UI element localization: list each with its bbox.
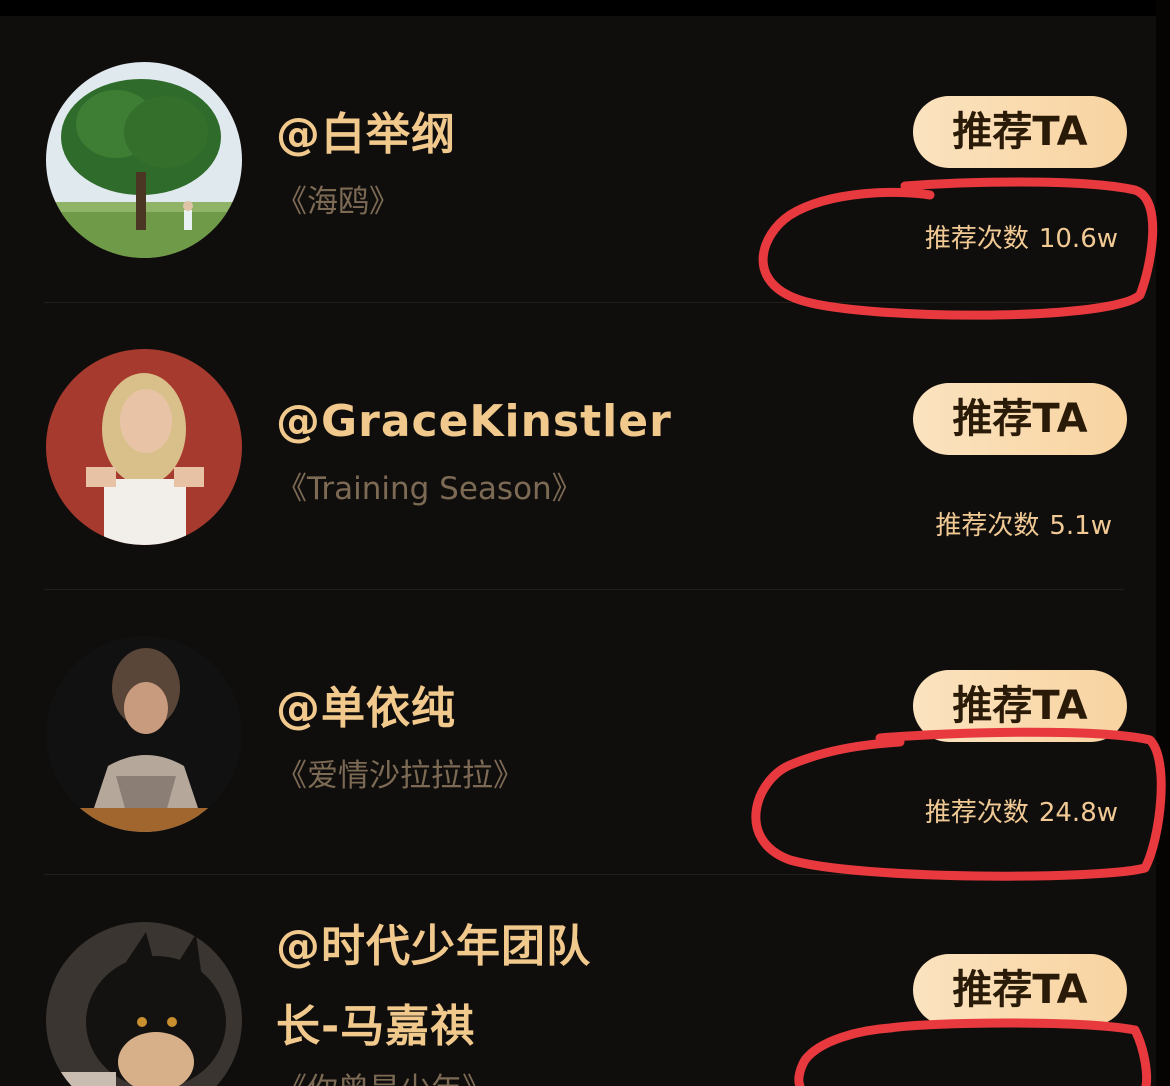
row-divider bbox=[44, 874, 1124, 875]
recommend-button[interactable]: 推荐TA bbox=[913, 383, 1127, 455]
avatar-tree-image bbox=[46, 62, 242, 258]
recommend-count: 推荐次数 24.8w bbox=[925, 795, 1118, 831]
scroll-edge bbox=[1156, 0, 1170, 1086]
work-title: 《海鸥》 bbox=[276, 184, 400, 220]
recommend-button[interactable]: 推荐TA bbox=[913, 670, 1127, 742]
avatar-portrait-image bbox=[46, 349, 242, 545]
recommend-count-label: 推荐次数 bbox=[924, 224, 1029, 254]
work-title: 《你曾是少年》 bbox=[276, 1070, 493, 1086]
work-title: 《爱情沙拉拉拉》 bbox=[276, 758, 524, 794]
list-item[interactable]: @单依纯 《爱情沙拉拉拉》 推荐TA 推荐次数 24.8w bbox=[0, 590, 1170, 877]
recommend-count-label: 推荐次数 bbox=[924, 798, 1029, 828]
recommend-count-label: 推荐次数 bbox=[935, 511, 1040, 541]
list-item[interactable]: @GraceKinstler 《Training Season》 推荐TA 推荐… bbox=[0, 303, 1170, 590]
artist-name-line-2: 长-马嘉祺 bbox=[276, 1001, 476, 1052]
avatar[interactable] bbox=[46, 636, 242, 832]
avatar[interactable] bbox=[46, 922, 242, 1086]
artist-name: @GraceKinstler bbox=[276, 396, 672, 447]
recommend-button[interactable]: 推荐TA bbox=[913, 954, 1127, 1026]
artist-name-line-1: @时代少年团队 bbox=[276, 921, 591, 972]
recommend-list-screen: @白举纲 《海鸥》 推荐TA 推荐次数 10.6w @GraceKinstler … bbox=[0, 0, 1170, 1086]
top-status-strip bbox=[0, 0, 1170, 16]
recommend-count-value: 10.6w bbox=[1038, 224, 1118, 254]
work-title: 《Training Season》 bbox=[276, 471, 583, 507]
avatar[interactable] bbox=[46, 62, 242, 258]
recommend-count: 推荐次数 5.1w bbox=[935, 508, 1112, 544]
recommend-count-value: 5.1w bbox=[1049, 511, 1112, 541]
recommend-count: 推荐次数 10.6w bbox=[925, 221, 1118, 257]
avatar-dog-image bbox=[46, 922, 242, 1086]
list-item[interactable]: @白举纲 《海鸥》 推荐TA 推荐次数 10.6w bbox=[0, 16, 1170, 303]
artist-name: @白举纲 bbox=[276, 109, 456, 160]
recommend-button[interactable]: 推荐TA bbox=[913, 96, 1127, 168]
avatar-portrait-image bbox=[46, 636, 242, 832]
avatar[interactable] bbox=[46, 349, 242, 545]
artist-name: @单依纯 bbox=[276, 683, 456, 734]
recommend-count-value: 24.8w bbox=[1038, 798, 1118, 828]
list-item[interactable]: @时代少年团队 长-马嘉祺 《你曾是少年》 推荐TA bbox=[0, 876, 1170, 1086]
